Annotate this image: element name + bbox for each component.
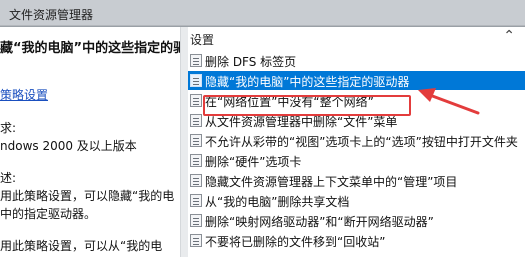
column-header-setting[interactable]: 设置 ⌃	[188, 27, 525, 49]
setting-row[interactable]: 从文件资源管理器中删除“文件”菜单	[188, 111, 525, 130]
policy-heading: 藏“我的电脑”中的这些指定的驱动	[0, 41, 200, 56]
requirements-label: 求:	[0, 121, 17, 135]
window-title: 文件资源管理器	[9, 8, 94, 22]
setting-row[interactable]: 删除“硬件”选项卡	[188, 151, 525, 170]
policy-icon	[190, 54, 202, 67]
setting-label: 隐藏“我的电脑”中的这些指定的驱动器	[205, 75, 410, 89]
setting-label: 隐藏文件资源管理器上下文菜单中的“管理”项目	[205, 175, 458, 189]
description-pane: 藏“我的电脑”中的这些指定的驱动 策略设置 求: ndows 2000 及以上版…	[0, 27, 199, 257]
pane-splitter[interactable]	[180, 27, 188, 257]
policy-icon	[190, 154, 202, 167]
setting-label: 从文件资源管理器中删除“文件”菜单	[205, 115, 398, 129]
setting-row-selected[interactable]: 隐藏“我的电脑”中的这些指定的驱动器	[188, 71, 525, 90]
policy-icon	[190, 194, 202, 207]
setting-label: 删除 DFS 标签页	[205, 55, 297, 69]
policy-icon	[190, 214, 202, 227]
requirements-value: ndows 2000 及以上版本	[0, 139, 137, 153]
policy-icon	[190, 114, 202, 127]
policy-icon	[190, 74, 202, 87]
setting-row[interactable]: 在“网络位置”中没有“整个网络”	[188, 91, 525, 110]
setting-row[interactable]: 不要将已删除的文件移到“回收站”	[188, 231, 525, 250]
description-line: 用此策略设置，可以从“我的电	[0, 239, 163, 253]
setting-label: 删除“硬件”选项卡	[205, 155, 302, 169]
settings-list-pane: 设置 ⌃ 删除 DFS 标签页 隐藏“我的电脑”中的这些指定的驱动器 在“网络位…	[188, 27, 525, 257]
setting-label: 删除“映射网络驱动器”和“断开网络驱动器”	[205, 215, 434, 229]
description-label: 述:	[0, 171, 17, 185]
policy-icon	[190, 174, 202, 187]
title-bar: 文件资源管理器	[0, 0, 525, 26]
description-line: 中的指定驱动器。	[0, 207, 97, 221]
setting-row[interactable]: 删除 DFS 标签页	[188, 51, 525, 70]
column-header-label: 设置	[190, 33, 215, 47]
edit-policy-link[interactable]: 策略设置	[0, 88, 48, 102]
policy-icon	[190, 94, 202, 107]
description-line: 用此策略设置，可以隐藏“我的电	[0, 189, 175, 203]
sort-up-icon: ⌃	[503, 28, 515, 44]
policy-icon	[190, 234, 202, 247]
setting-label: 不要将已删除的文件移到“回收站”	[205, 235, 386, 249]
policy-icon	[190, 134, 202, 147]
setting-label: 不允许从彩带的“视图”选项卡上的“选项”按钮中打开文件夹	[205, 135, 518, 149]
setting-row[interactable]: 删除“映射网络驱动器”和“断开网络驱动器”	[188, 211, 525, 230]
setting-row[interactable]: 隐藏文件资源管理器上下文菜单中的“管理”项目	[188, 171, 525, 190]
setting-label: 从“我的电脑”删除共享文档	[205, 195, 350, 209]
setting-row[interactable]: 从“我的电脑”删除共享文档	[188, 191, 525, 210]
setting-row[interactable]: 不允许从彩带的“视图”选项卡上的“选项”按钮中打开文件夹	[188, 131, 525, 150]
edit-link-row: 策略设置	[0, 86, 48, 103]
setting-label: 在“网络位置”中没有“整个网络”	[205, 95, 374, 109]
